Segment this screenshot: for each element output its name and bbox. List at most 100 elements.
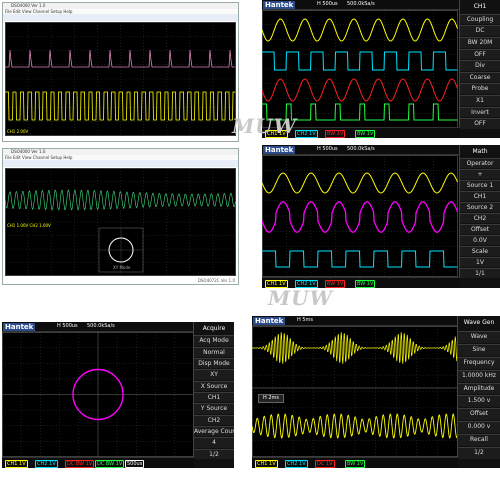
watermark-2: MUW (268, 286, 334, 310)
toolbar[interactable] (3, 160, 238, 167)
menu-item-3[interactable]: Frequency (458, 356, 500, 369)
menu-item-6[interactable]: 1.500 v (458, 395, 500, 408)
sample-rate: 500.0kSa/s (87, 323, 115, 329)
menu-item-2[interactable]: DC (460, 25, 500, 36)
menu-item-2[interactable]: Normal (194, 346, 234, 357)
bottom-status-bar: CH1 1V CH2 1V DC BW 1V DC BW 1V 500us (2, 457, 194, 468)
menu-item-1[interactable]: Wave (458, 330, 500, 343)
menu-item-10[interactable]: OFF (460, 118, 500, 129)
menu-item-7[interactable]: Probe (460, 83, 500, 95)
menu-item-5[interactable]: Div (460, 60, 500, 71)
channel-status-1: CH2 1V (295, 130, 318, 138)
channel-status-2: DC 1V (315, 460, 335, 468)
menu-item-4[interactable]: 1.0000 kHz (458, 369, 500, 382)
timebase: H 500us (317, 146, 338, 152)
brand-logo: Hantek (3, 323, 36, 331)
menu-item-5[interactable]: Amplitude (458, 382, 500, 395)
menu-item-3[interactable]: Source 1 (460, 180, 500, 190)
menu-item-11[interactable]: 1/2 (194, 448, 234, 459)
menu-item-11[interactable]: 1/1 (460, 268, 500, 278)
brand-logo: Hantek (263, 146, 296, 154)
status-left: CH1 1.00V CH2 1.00V (7, 223, 51, 228)
scope-plot (5, 168, 236, 276)
menu-item-5[interactable]: Source 2 (460, 202, 500, 212)
spectrum-trace (5, 49, 235, 68)
menu-item-9[interactable]: Recall (458, 434, 500, 447)
side-menu[interactable]: Wave Gen Wave Sine Frequency 1.0000 kHz Ampli… (457, 316, 500, 468)
scope-screen: CH1 2.00V (5, 22, 236, 136)
sample-rate: 500.0kSa/s (347, 146, 375, 152)
timebase: H 500us (317, 1, 338, 7)
menu-item-9[interactable]: Average Count (194, 426, 234, 437)
menu-item-2[interactable]: Sine (458, 343, 500, 356)
menu-item-7[interactable]: Offset (460, 224, 500, 234)
scope-plot (2, 332, 194, 457)
timebase: H 500us (57, 323, 78, 329)
menu-item-8[interactable]: CH2 (194, 414, 234, 425)
timebase: H 5ms (297, 317, 314, 323)
side-menu[interactable]: CH1 Coupling DC BW 20M OFF Div Coarse Probe X1 In… (459, 0, 500, 138)
menu-item-0[interactable]: Wave Gen (458, 318, 500, 329)
channel-status-0: CH1 1V (255, 460, 278, 468)
menu-item-9[interactable]: Scale (460, 246, 500, 256)
menu-item-8[interactable]: 0.000 v (458, 421, 500, 434)
menu-item-10[interactable]: 1/2 (458, 447, 500, 459)
ch2-square-trace (262, 51, 458, 71)
channel-status-3: BW 1V (355, 130, 376, 138)
menu-item-3[interactable]: BW 20M (460, 36, 500, 48)
menu-item-10[interactable]: 4 (194, 437, 234, 448)
toolbar[interactable] (3, 14, 238, 21)
menu-item-8[interactable]: 0.0V (460, 235, 500, 245)
channel-status-3: DC BW 1V (95, 460, 125, 468)
grid (252, 326, 458, 457)
menu-item-6[interactable]: CH2 (460, 213, 500, 223)
scope-panel-wavegen: Hantek H 5ms H 2ms Wave Gen Wave Sine Frequ… (252, 316, 500, 468)
scope-plot (5, 22, 236, 136)
pc-software-window-2: DSO4000 Ver 1.0 File Edit View Channel S… (2, 148, 239, 285)
menu-item-6[interactable]: Coarse (460, 71, 500, 83)
pc-software-window-1: DSO4000 Ver 1.0 File Edit View Channel S… (2, 2, 239, 142)
scope-plot (252, 326, 458, 457)
channel-status-1: CH2 1V (35, 460, 58, 468)
menu-item-9[interactable]: Invert (460, 106, 500, 118)
menu-item-2[interactable]: + (460, 169, 500, 179)
status-left: CH1 2.00V (7, 129, 29, 134)
menu-item-0[interactable]: CH1 (460, 2, 500, 12)
bottom-status-bar: CH1 1V CH2 1V DC 1V BW 1V (252, 457, 458, 468)
menu-item-1[interactable]: Acq Mode (194, 335, 234, 346)
menu-item-4[interactable]: CH1 (460, 191, 500, 201)
xy-label: XY Mode (113, 265, 131, 270)
menu-item-4[interactable]: OFF (460, 48, 500, 60)
brand-logo: Hantek (253, 317, 286, 325)
zoom-label: H 2ms (258, 394, 285, 403)
menu-item-7[interactable]: Offset (458, 408, 500, 421)
scope-panel-channel-menu: Hantek H 500us 500.0kSa/s CH1 Coupling DC B… (262, 0, 500, 138)
channel-status-2: DC BW 1V (65, 460, 95, 468)
side-menu[interactable]: Math Operator + Source 1 CH1 Source 2 CH2 Offse… (459, 145, 500, 288)
channel-status-3: BW 1V (345, 460, 366, 468)
scope-panel-acquire: Hantek H 500us 500.0kSa/s Acquire Acq Mod… (2, 322, 234, 468)
brand-logo: Hantek (263, 1, 296, 9)
channel-status-2: BW 1V (325, 130, 346, 138)
channel-status-4: 500us (125, 460, 145, 468)
menu-item-1[interactable]: Operator (460, 158, 500, 168)
menu-item-6[interactable]: CH1 (194, 392, 234, 403)
menu-item-4[interactable]: XY (194, 369, 234, 380)
menu-item-10[interactable]: 1V (460, 257, 500, 267)
menu-item-0[interactable]: Math (460, 147, 500, 156)
channel-status-0: CH1 1V (5, 460, 28, 468)
side-menu[interactable]: Acquire Acq Mode Normal Disp Mode XY X Source… (193, 322, 234, 468)
menu-item-5[interactable]: X Source (194, 380, 234, 391)
menu-item-3[interactable]: Disp Mode (194, 358, 234, 369)
menu-item-1[interactable]: Coupling (460, 13, 500, 25)
scope-screen: CH1 1.00V CH2 1.00V XY Mode (5, 168, 236, 276)
sample-rate: 500.0kSa/s (347, 1, 375, 7)
menu-item-0[interactable]: Acquire (194, 324, 234, 333)
menu-item-8[interactable]: X1 (460, 95, 500, 106)
menu-item-7[interactable]: Y Source (194, 403, 234, 414)
scope-plot (262, 10, 458, 128)
ch1-burst-trace (5, 189, 236, 211)
channel-status-1: CH2 1V (285, 460, 308, 468)
status-right: DSO4072C Ver 1.0 (197, 278, 235, 283)
watermark-1: MUW (232, 114, 298, 138)
